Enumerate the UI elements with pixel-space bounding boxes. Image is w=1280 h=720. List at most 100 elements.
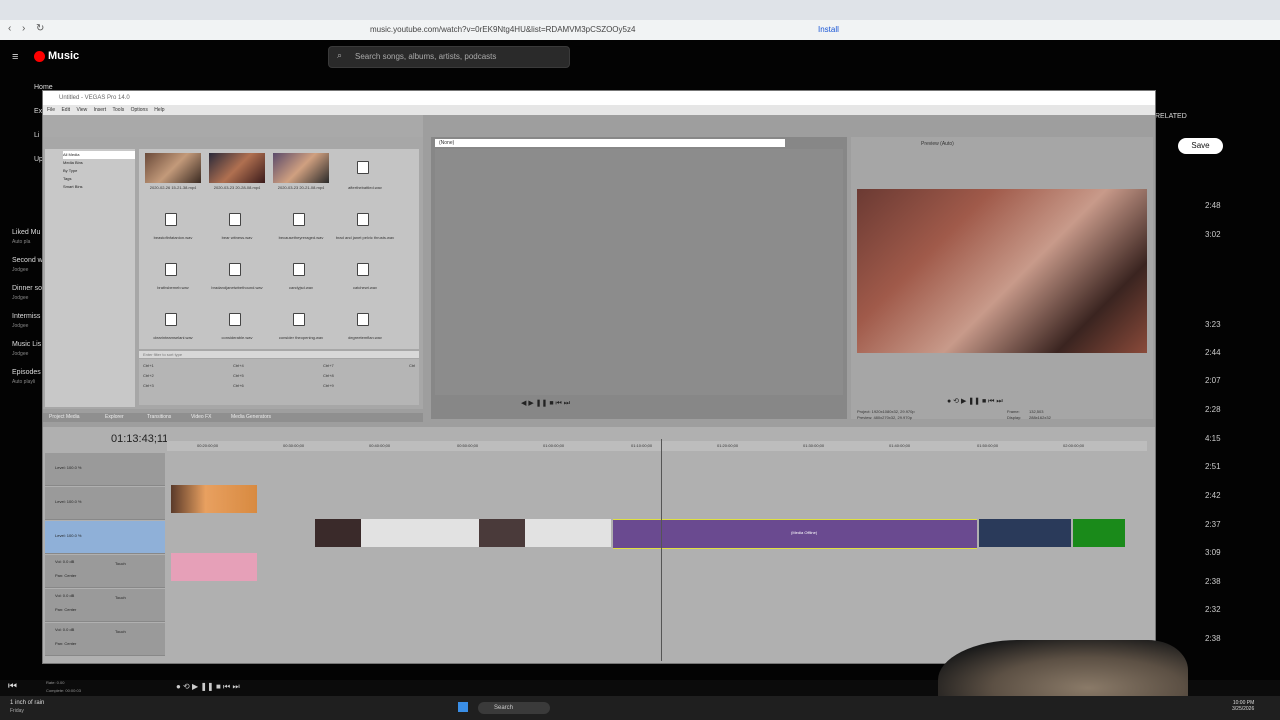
trimmer-display[interactable] <box>435 149 843 395</box>
project-info: Project: 1920x1080x32, 29.970p <box>857 409 915 414</box>
audio-file-icon[interactable] <box>165 263 177 276</box>
audio-file-icon[interactable] <box>229 313 241 326</box>
track-pan: Pan: Center <box>55 573 77 578</box>
menu-icon[interactable]: ≡ <box>12 51 18 63</box>
keyboard-shortcuts-panel: Ctrl+1 Ctrl+4 Ctrl+7 Ctrl Ctrl+2 Ctrl+5 … <box>139 359 419 405</box>
audio-file-icon[interactable] <box>357 313 369 326</box>
search-icon: ⌕ <box>337 50 343 60</box>
tree-item[interactable]: By Type <box>63 167 135 175</box>
save-button[interactable]: Save <box>1178 138 1223 154</box>
queue-duration: 2:37 <box>1205 520 1221 529</box>
forward-icon[interactable]: › <box>22 23 25 34</box>
video-thumbnail[interactable] <box>145 153 201 183</box>
taskbar-search[interactable]: Search <box>478 702 550 714</box>
audio-file-icon[interactable] <box>293 263 305 276</box>
audio-track-header[interactable]: Vol: 0.0 dB Pan: Center Touch <box>45 623 165 656</box>
video-preview-pane: Preview (Auto) ● ⟲ ▶ ❚❚ ■ ⏮ ⏭ Project: 1… <box>851 137 1153 420</box>
back-icon[interactable]: ‹ <box>8 23 11 34</box>
track-header[interactable]: Level: 100.0 % <box>45 487 165 520</box>
media-filename: clearinteamselani.wav <box>153 335 193 340</box>
transport-controls[interactable]: ● ⟲ ▶ ❚❚ ■ ⏮ ⏭ <box>176 682 240 692</box>
track-mode[interactable]: Touch <box>115 561 126 566</box>
playlist-title[interactable]: Liked Mu <box>12 229 40 236</box>
media-offline-label: (Media Offline) <box>791 530 818 535</box>
track-header[interactable]: Level: 100.0 % <box>45 453 165 486</box>
playlist-sub: Jodgee <box>12 351 29 357</box>
trimmer-source-select[interactable]: (None) <box>435 139 785 147</box>
playhead[interactable] <box>661 439 662 661</box>
audio-file-icon[interactable] <box>165 213 177 226</box>
media-filename: brathsbemeb.wav <box>157 285 189 290</box>
track-header-selected[interactable]: Level: 100.0 % <box>45 521 165 554</box>
audio-file-icon[interactable] <box>357 263 369 276</box>
playlist-title[interactable]: Intermiss <box>12 313 40 320</box>
menu-tools[interactable]: Tools <box>113 107 125 113</box>
preview-transport-controls[interactable]: ● ⟲ ▶ ❚❚ ■ ⏮ ⏭ <box>947 397 1003 406</box>
trimmer-source-label: (None) <box>439 140 455 146</box>
playlist-title[interactable]: Music Lis <box>12 341 41 348</box>
video-thumbnail[interactable] <box>273 153 329 183</box>
track-mode[interactable]: Touch <box>115 595 126 600</box>
weather-widget[interactable]: 1 inch of rain <box>10 700 44 706</box>
tab-project-media[interactable]: Project Media <box>49 414 80 420</box>
related-tab[interactable]: RELATED <box>1155 113 1187 120</box>
reload-icon[interactable]: ↻ <box>36 23 44 34</box>
tree-item[interactable]: All Media <box>63 151 135 159</box>
video-clip[interactable] <box>979 519 1071 547</box>
tab-explorer[interactable]: Explorer <box>105 414 124 420</box>
menu-insert[interactable]: Insert <box>94 107 107 113</box>
media-filename: afterthebattled.wav <box>348 185 382 190</box>
shortcut-label: Ctrl+1 <box>143 363 154 368</box>
menu-help[interactable]: Help <box>154 107 164 113</box>
queue-duration: 2:38 <box>1205 577 1221 586</box>
tree-item[interactable]: Smart Bins <box>63 183 135 191</box>
audio-file-icon[interactable] <box>229 263 241 276</box>
timeline-ruler[interactable]: 00:20:00;00 00:30:00;00 00:40:00;00 00:5… <box>167 441 1147 451</box>
tree-item[interactable]: Tags <box>63 175 135 183</box>
video-clip[interactable] <box>171 485 257 513</box>
start-icon[interactable] <box>458 702 468 712</box>
video-clip[interactable] <box>1073 519 1125 547</box>
media-search-input[interactable]: Enter filter to sort type <box>139 351 419 358</box>
audio-track-header[interactable]: Vol: 0.0 dB Pan: Center Touch <box>45 555 165 588</box>
audio-file-icon[interactable] <box>357 213 369 226</box>
sidebar-item-library[interactable]: Li <box>34 132 39 139</box>
media-filename: becausetheyreraged.wav <box>278 235 324 240</box>
menu-file[interactable]: File <box>47 107 55 113</box>
taskbar-clock: 10:00 PM 3/25/2026 <box>1232 700 1254 712</box>
track-pan: Pan: Center <box>55 607 77 612</box>
vegas-toolbar[interactable] <box>43 115 423 137</box>
sidebar-item-explore[interactable]: Ex <box>34 108 42 115</box>
audio-track-header[interactable]: Vol: 0.0 dB Pan: Center Touch <box>45 589 165 622</box>
playlist-title[interactable]: Second w <box>12 257 43 264</box>
audio-clip[interactable] <box>171 553 257 581</box>
tree-item[interactable]: Media Bins <box>63 159 135 167</box>
media-search-placeholder: Enter filter to sort type <box>143 352 183 357</box>
audio-file-icon[interactable] <box>293 213 305 226</box>
audio-file-icon[interactable] <box>165 313 177 326</box>
playlist-title[interactable]: Episodes <box>12 369 41 376</box>
browser-tab-strip[interactable] <box>0 0 1280 20</box>
video-thumbnail[interactable] <box>209 153 265 183</box>
tab-media-generators[interactable]: Media Generators <box>231 414 271 420</box>
menu-options[interactable]: Options <box>131 107 148 113</box>
menu-view[interactable]: View <box>76 107 87 113</box>
track-level: Level: 100.0 % <box>55 533 82 538</box>
previous-track-icon[interactable]: ⏮ <box>8 681 17 692</box>
tab-transitions[interactable]: Transitions <box>147 414 171 420</box>
display-label: Display: <box>1007 415 1022 420</box>
track-mode[interactable]: Touch <box>115 629 126 634</box>
playlist-title[interactable]: Dinner so <box>12 285 42 292</box>
trimmer-transport-controls[interactable]: ◀ ▶ ❚❚ ■ ⏮ ⏭ <box>521 399 570 408</box>
audio-file-icon[interactable] <box>357 161 369 174</box>
audio-file-icon[interactable] <box>293 313 305 326</box>
install-button[interactable]: Install <box>818 22 839 37</box>
video-clip-selected[interactable]: (Media Offline) <box>613 519 977 549</box>
preview-mode-select[interactable]: Preview (Auto) <box>921 141 954 147</box>
media-filename: catchewt.wav <box>352 285 377 290</box>
menu-edit[interactable]: Edit <box>61 107 70 113</box>
search-input[interactable]: ⌕ Search songs, albums, artists, podcast… <box>328 46 570 68</box>
ytmusic-logo[interactable]: Music <box>48 50 79 62</box>
audio-file-icon[interactable] <box>229 213 241 226</box>
tab-video-fx[interactable]: Video FX <box>191 414 211 420</box>
